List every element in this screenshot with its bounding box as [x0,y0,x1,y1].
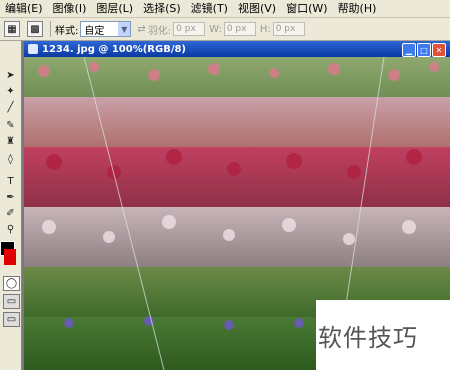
menu-filter[interactable]: 滤镜(T) [186,0,233,17]
style-label: 样式: [55,25,79,37]
minimize-icon[interactable]: ▁ [402,43,416,57]
toolbox: ➤ ✦ ╱ ✎ ♜ ◊ T ✒ ✐ ⚲ ◯ ▭ ▭ [0,41,22,370]
maximize-icon[interactable]: □ [417,43,431,57]
zoom-icon[interactable]: ⚲ [3,223,18,236]
width-label: W: [209,23,222,35]
brush-icon[interactable]: ╱ [3,101,18,114]
pen-tool-icon[interactable]: ✒ [3,191,18,204]
height-field[interactable]: 0 px [272,22,305,36]
menu-window[interactable]: 窗口(W) [281,0,332,17]
options-bar: ▦ ▩ 样式: 自定 ▼ ⇄ 羽化: 0 px W: 0 px H: 0 px [0,18,450,41]
screen-mode-icon[interactable]: ▭ [3,294,20,309]
menu-bar: 编辑(E) 图像(I) 图层(L) 选择(S) 滤镜(T) 视图(V) 窗口(W… [0,0,450,18]
magic-wand-icon[interactable]: ✦ [3,85,18,98]
pencil-icon[interactable]: ✎ [3,119,18,132]
style-value: 自定 [84,25,105,37]
watermark: 软件技巧 [316,300,450,370]
full-screen-icon[interactable]: ▭ [3,312,20,327]
close-icon[interactable]: ✕ [432,43,446,57]
background-color-swatch[interactable] [4,249,16,265]
selection-mode-icon[interactable]: ▦ [4,21,20,37]
watermark-text: 软件技巧 [318,324,418,352]
feather-field[interactable]: 0 px [173,22,206,36]
height-label: H: [259,23,271,35]
anti-alias-icon[interactable]: ▩ [27,21,43,37]
document-icon [28,44,38,54]
menu-help[interactable]: 帮助(H) [333,0,382,17]
divider [50,21,51,37]
document-titlebar[interactable]: 1234. jpg @ 100%(RGB/8) ▁ □ ✕ [24,41,450,57]
menu-select[interactable]: 选择(S) [138,0,186,17]
menu-image[interactable]: 图像(I) [48,0,92,17]
menu-view[interactable]: 视图(V) [233,0,281,17]
move-tool-icon[interactable]: ➤ [3,69,18,82]
document-title: 1234. jpg @ 100%(RGB/8) [42,43,186,55]
style-select[interactable]: 自定 ▼ [80,21,132,37]
text-tool-icon[interactable]: T [3,175,18,188]
eraser-icon[interactable]: ◊ [3,153,18,166]
feather-label: 羽化: [147,25,172,37]
eyedropper-icon[interactable]: ✐ [3,207,18,220]
chevron-down-icon: ▼ [118,22,131,36]
menu-edit[interactable]: 编辑(E) [0,0,48,17]
quick-mask-icon[interactable]: ◯ [3,276,20,291]
menu-layer[interactable]: 图层(L) [91,0,138,17]
width-field[interactable]: 0 px [223,22,256,36]
swap-icon: ⇄ [137,23,146,35]
stamp-icon[interactable]: ♜ [3,135,18,148]
